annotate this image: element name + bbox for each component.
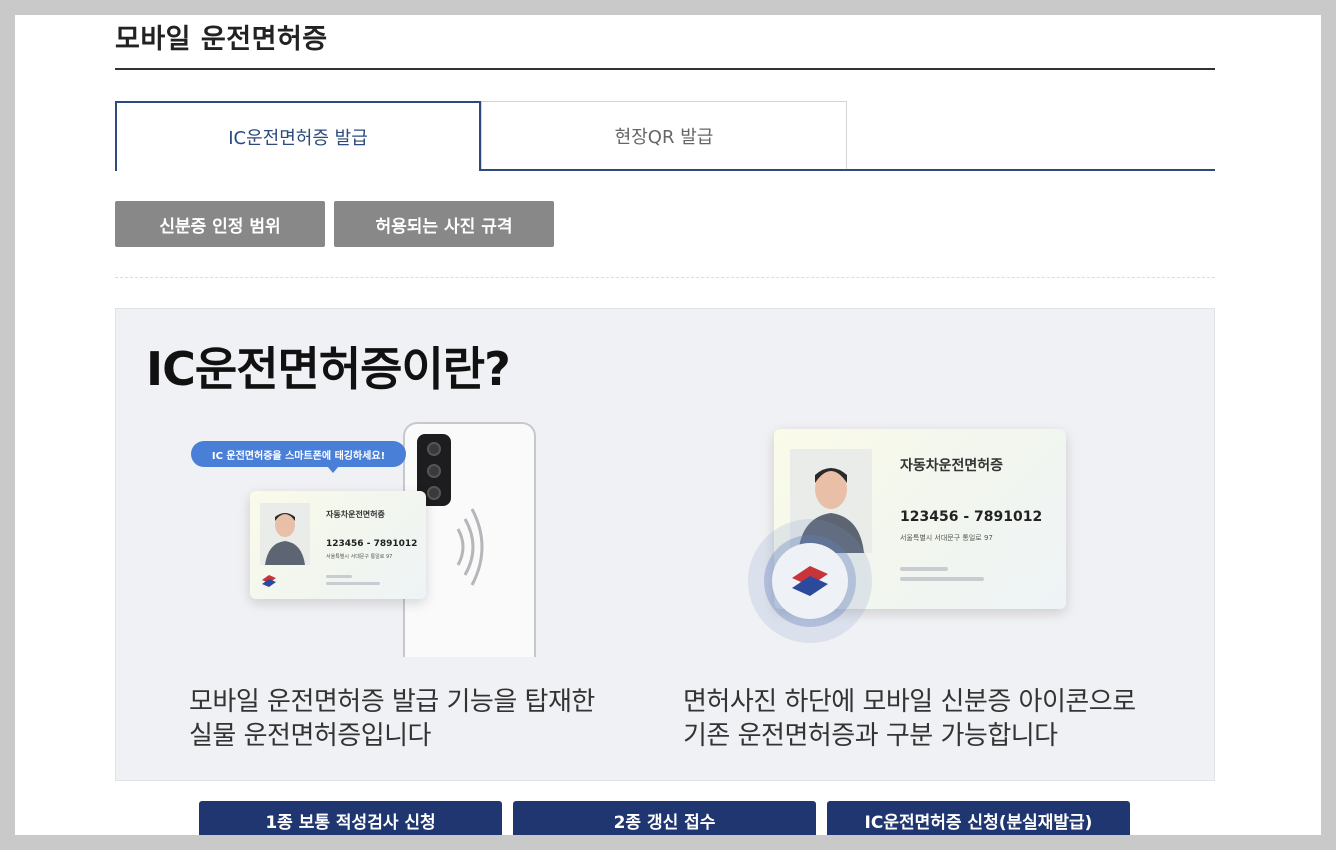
mobile-id-logo-icon — [262, 575, 276, 587]
tab-bar: IC운전면허증 발급 현장QR 발급 — [115, 101, 1215, 171]
card-number: 123456 - 7891012 — [326, 539, 418, 549]
type1-aptitude-test-button[interactable]: 1종 보통 적성검사 신청 — [199, 801, 502, 835]
tab-onsite-qr[interactable]: 현장QR 발급 — [481, 101, 847, 169]
panel-heading: IC운전면허증이란? — [146, 342, 511, 396]
person-icon — [265, 513, 305, 565]
tab-underline — [481, 169, 1215, 171]
card-address: 서울특별시 서대문구 통일로 97 — [326, 554, 393, 560]
type2-renewal-button[interactable]: 2종 갱신 접수 — [513, 801, 816, 835]
nfc-waves-icon — [456, 508, 484, 586]
card-address-large: 서울특별시 서대문구 통일로 97 — [900, 534, 993, 542]
photo-slot — [260, 503, 310, 565]
bubble-tail — [327, 466, 339, 473]
license-card-small: 자동차운전면허증 123456 - 7891012 서울특별시 서대문구 통일로… — [250, 491, 426, 599]
card-number-large: 123456 - 7891012 — [900, 509, 1043, 525]
section-divider — [115, 277, 1215, 278]
tab-ic-license[interactable]: IC운전면허증 발급 — [115, 101, 481, 171]
card-title: 자동차운전면허증 — [326, 510, 385, 519]
photo-spec-button[interactable]: 허용되는 사진 규격 — [334, 201, 554, 247]
info-panel: IC운전면허증이란? IC 운전면허증을 스마트폰에 태깅하세요! 자동차운전면… — [115, 308, 1215, 781]
id-scope-button[interactable]: 신분증 인정 범위 — [115, 201, 325, 247]
page: 모바일 운전면허증 IC운전면허증 발급 현장QR 발급 신분증 인정 범위 허… — [15, 15, 1321, 835]
page-title: 모바일 운전면허증 — [115, 24, 328, 55]
right-description: 면허사진 하단에 모바일 신분증 아이콘으로 기존 운전면허증과 구분 가능합니… — [683, 687, 1136, 751]
left-description: 모바일 운전면허증 발급 기능을 탑재한 실물 운전면허증입니다 — [189, 687, 595, 751]
card-title-large: 자동차운전면허증 — [900, 458, 1004, 474]
ic-license-reissue-button[interactable]: IC운전면허증 신청(분실재발급) — [827, 801, 1130, 835]
tag-hint-bubble: IC 운전면허증을 스마트폰에 태깅하세요! — [191, 441, 406, 467]
mobile-id-logo-icon — [792, 566, 828, 596]
title-divider — [115, 68, 1215, 70]
